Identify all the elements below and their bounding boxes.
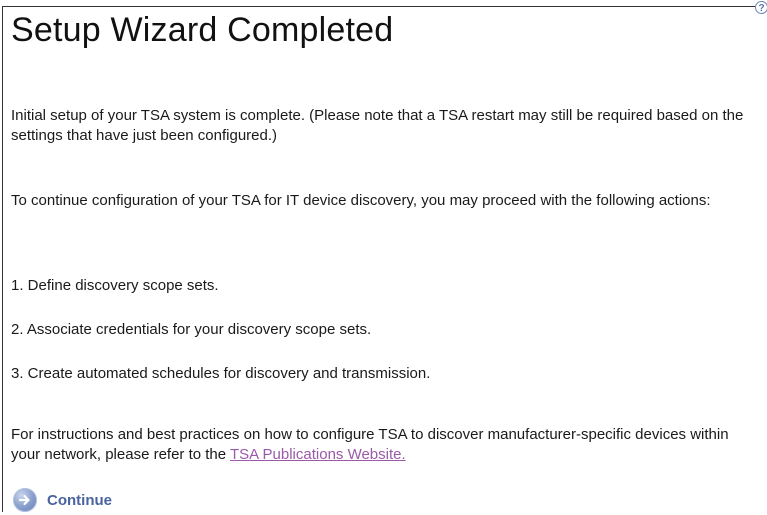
- continue-label: Continue: [47, 491, 112, 509]
- step-create-schedules: 3. Create automated schedules for discov…: [11, 365, 431, 382]
- intro-text: Initial setup of your TSA system is comp…: [11, 107, 744, 144]
- wizard-panel: ? Setup Wizard Completed Initial setup o…: [2, 1, 767, 513]
- page-title: Setup Wizard Completed: [11, 11, 394, 49]
- continue-instructions: To continue configuration of your TSA fo…: [11, 192, 711, 209]
- instructions-text: For instructions and best practices on h…: [11, 425, 756, 465]
- help-icon[interactable]: ?: [755, 1, 767, 14]
- step-associate-credentials: 2. Associate credentials for your discov…: [11, 321, 372, 338]
- continue-button[interactable]: Continue: [13, 487, 112, 513]
- tsa-publications-link[interactable]: TSA Publications Website.: [230, 446, 406, 463]
- arrow-right-circle-icon: [13, 488, 37, 512]
- step-define-scope: 1. Define discovery scope sets.: [11, 277, 219, 294]
